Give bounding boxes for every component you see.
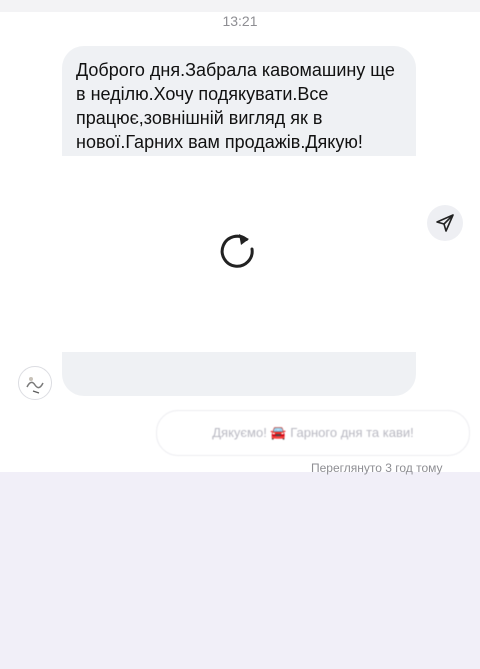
incoming-message-bubble[interactable]: Доброго дня.Забрала кавомашину ще в неді…: [62, 46, 416, 396]
send-icon: [436, 214, 454, 232]
outgoing-reply-bubble[interactable]: Дякуємо! 🚘 Гарного дня та кави!: [156, 410, 470, 456]
seen-status: Переглянуто 3 год тому: [311, 461, 443, 475]
header-strip: [0, 0, 480, 12]
avatar-image: [20, 368, 50, 398]
message-timestamp: 13:21: [222, 13, 258, 29]
chat-area: 13:21 Доброго дня.Забрала кавомашину ще …: [0, 0, 480, 475]
avatar[interactable]: [18, 366, 52, 400]
share-button[interactable]: [427, 205, 463, 241]
reload-icon[interactable]: [217, 230, 261, 274]
message-text: Доброго дня.Забрала кавомашину ще в неді…: [76, 60, 395, 152]
media-attachment[interactable]: [62, 156, 416, 352]
